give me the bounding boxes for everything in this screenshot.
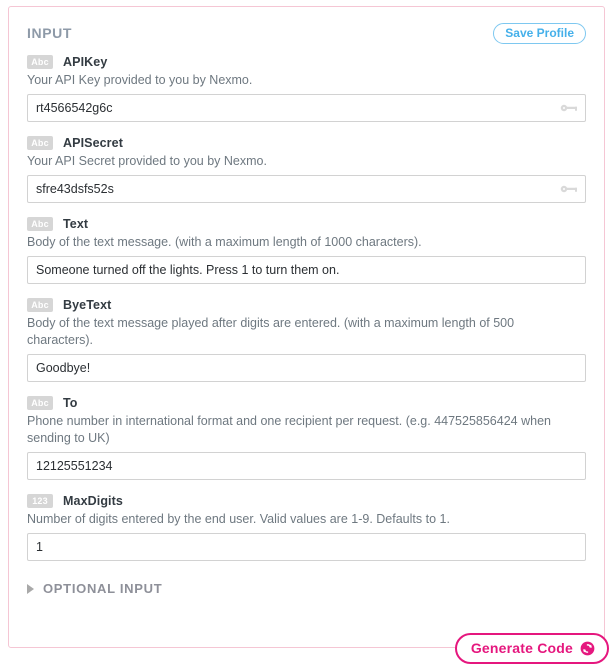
field-name-label: APISecret	[63, 136, 123, 150]
field-description: Body of the text message played after di…	[27, 315, 582, 349]
page-title: INPUT	[27, 25, 72, 41]
field-input[interactable]	[27, 94, 586, 122]
field-group: Abc APISecret Your API Secret provided to …	[27, 135, 586, 203]
field-input[interactable]	[27, 354, 586, 382]
field-description: Number of digits entered by the end user…	[27, 511, 582, 528]
field-input-wrapper	[27, 354, 586, 382]
field-label-row: Abc APIKey	[27, 54, 586, 69]
refresh-icon	[580, 641, 595, 656]
field-name-label: ByeText	[63, 298, 111, 312]
field-input-wrapper	[27, 533, 586, 561]
generate-code-button[interactable]: Generate Code	[455, 633, 609, 664]
field-input-wrapper	[27, 256, 586, 284]
field-description: Your API Key provided to you by Nexmo.	[27, 72, 582, 89]
field-label-row: 123 MaxDigits	[27, 493, 586, 508]
fields-list: Abc APIKey Your API Key provided to you by…	[27, 54, 586, 561]
input-panel: INPUT Save Profile Abc APIKey Your API Key…	[8, 6, 605, 648]
field-name-label: MaxDigits	[63, 494, 123, 508]
field-type-badge: 123	[27, 494, 53, 508]
field-input-wrapper	[27, 452, 586, 480]
field-description: Your API Secret provided to you by Nexmo…	[27, 153, 582, 170]
field-description: Phone number in international format and…	[27, 413, 582, 447]
field-type-badge: Abc	[27, 136, 53, 150]
field-label-row: Abc ByeText	[27, 297, 586, 312]
panel-header: INPUT Save Profile	[27, 21, 586, 45]
field-label-row: Abc APISecret	[27, 135, 586, 150]
save-profile-button[interactable]: Save Profile	[493, 23, 586, 44]
field-group: Abc ByeText Body of the text message playe…	[27, 297, 586, 382]
optional-input-toggle[interactable]: OPTIONAL INPUT	[27, 581, 586, 596]
field-type-badge: Abc	[27, 217, 53, 231]
generate-code-label: Generate Code	[471, 640, 573, 656]
field-input-wrapper	[27, 94, 586, 122]
field-group: Abc Text Body of the text message. (with a…	[27, 216, 586, 284]
field-name-label: Text	[63, 217, 88, 231]
field-label-row: Abc Text	[27, 216, 586, 231]
field-input[interactable]	[27, 533, 586, 561]
field-input-wrapper	[27, 175, 586, 203]
field-type-badge: Abc	[27, 298, 53, 312]
field-group: Abc APIKey Your API Key provided to you by…	[27, 54, 586, 122]
field-input[interactable]	[27, 175, 586, 203]
field-group: Abc To Phone number in international forma…	[27, 395, 586, 480]
optional-input-label: OPTIONAL INPUT	[43, 581, 162, 596]
field-name-label: APIKey	[63, 55, 107, 69]
field-input[interactable]	[27, 256, 586, 284]
field-label-row: Abc To	[27, 395, 586, 410]
field-input[interactable]	[27, 452, 586, 480]
field-description: Body of the text message. (with a maximu…	[27, 234, 582, 251]
field-name-label: To	[63, 396, 78, 410]
field-type-badge: Abc	[27, 396, 53, 410]
field-group: 123 MaxDigits Number of digits entered by …	[27, 493, 586, 561]
chevron-right-icon	[27, 584, 34, 594]
field-type-badge: Abc	[27, 55, 53, 69]
